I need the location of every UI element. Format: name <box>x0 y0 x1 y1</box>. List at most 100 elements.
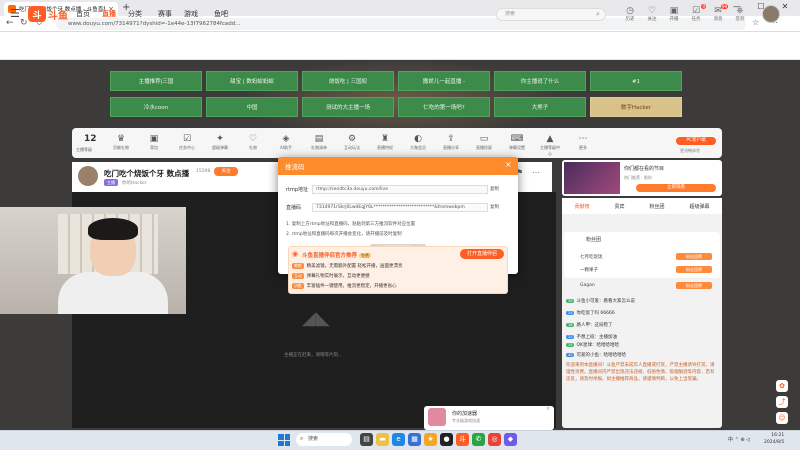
wechat-icon[interactable]: ✆ <box>472 433 485 446</box>
tag-button[interactable]: 大熊子 <box>494 97 586 117</box>
tag-button[interactable]: 你主播说了什么 <box>494 71 586 91</box>
nav-fishbar[interactable]: 鱼吧 <box>214 9 228 19</box>
tag-button[interactable]: 主播推荐|三国 <box>110 71 202 91</box>
toolbar-item[interactable]: ♛ 贡献礼物 <box>110 134 132 151</box>
windows-start-icon[interactable] <box>278 434 290 446</box>
store-icon[interactable]: ▦ <box>408 433 421 446</box>
logo-badge-icon: 斗 <box>28 6 46 22</box>
rtmp-address-field[interactable]: rtmp://sendtc3a.douyu.com/live <box>312 185 488 194</box>
header-messages[interactable]: ✉ 消息 99 <box>708 4 728 22</box>
fan-row[interactable]: Gagan <box>580 283 595 288</box>
search-icon[interactable]: ⌕ <box>596 10 600 19</box>
taskbar-search[interactable]: 搜索 <box>296 433 352 446</box>
copy-code-button[interactable]: 复制 <box>490 204 499 210</box>
tag-button[interactable]: 仁吃的第一场吧? <box>398 97 490 117</box>
side-share-icon[interactable]: ⤴ <box>776 396 788 408</box>
rtmp-address-label: rtmp地址 <box>286 187 309 193</box>
stream-code-field[interactable]: 7314971rSkrj0LwdEqJY6L******************… <box>312 203 488 212</box>
toolbar-item[interactable]: ⌨ 弹幕设置 <box>506 134 528 151</box>
tab-vip[interactable]: 贵宾 <box>614 203 624 210</box>
user-avatar[interactable] <box>762 5 780 23</box>
tag-button[interactable]: 烧饭吃 | 三国权 <box>302 71 394 91</box>
task-view-icon[interactable]: ▤ <box>360 433 373 446</box>
free-tag: 免费 <box>359 253 372 258</box>
edge-icon[interactable]: e <box>392 433 405 446</box>
toolbar-item[interactable]: ⇪ 直播分享 <box>440 134 462 151</box>
toolbar-item[interactable]: ♜ 直播特权 <box>374 134 396 151</box>
streamer-badge: 主播 <box>104 179 118 186</box>
header-follow[interactable]: ♡ 关注 <box>642 6 662 22</box>
favorite-icon[interactable]: ☆ <box>752 18 759 27</box>
tag-button[interactable]: #1 <box>590 71 682 91</box>
promo-watch-button[interactable]: 立即观看 <box>636 184 716 192</box>
close-icon[interactable]: × <box>546 406 550 412</box>
douyu-app-icon[interactable]: 斗 <box>456 433 469 446</box>
toolbar-item-icon: ♡ <box>248 134 258 144</box>
stream-code-label: 直播码 <box>286 205 302 211</box>
toolbar-item[interactable]: ⋯ 更多 <box>572 134 594 151</box>
toolbar-item[interactable]: ♡ 礼物 <box>242 134 264 151</box>
side-gift-icon[interactable]: ✿ <box>776 380 788 392</box>
open-companion-button[interactable]: 打开直播伴侣 <box>460 249 504 259</box>
toolbar-item[interactable]: ▤ 礼物清单 <box>308 134 330 151</box>
toolbar-item-icon: ✦ <box>216 134 224 144</box>
tab-fans[interactable]: 粉丝团 <box>649 203 664 210</box>
fan-badge: 粉丝团牌 <box>676 266 712 273</box>
toolbar-item[interactable]: ▭ 直播投屏 <box>473 134 495 151</box>
nav-category[interactable]: 分类 <box>128 9 142 19</box>
header-broadcast[interactable]: ▣ 开播 <box>664 6 684 22</box>
nav-live[interactable]: 直播 <box>102 9 116 19</box>
refresh-icon[interactable]: ↻ <box>20 18 28 28</box>
site-search-input[interactable]: 搜索 <box>496 8 606 21</box>
dialog-title: 推流码 <box>285 163 305 171</box>
toolbar-item[interactable]: ▲ 主播等级中心 <box>539 134 561 157</box>
anchor-rank-number: 12 <box>84 134 97 144</box>
camera-app-icon[interactable]: ● <box>440 433 453 446</box>
tag-button[interactable]: 撒娇儿一起直播 - <box>398 71 490 91</box>
chat-system-notice: 欢迎来到本直播间！斗鱼严禁未成年人直播或打赏，严禁主播诱导打赏，请理性消费。直播… <box>566 363 715 382</box>
fan-row[interactable]: 一颗果子 <box>580 267 598 273</box>
more-icon[interactable]: ⋯ <box>532 168 540 177</box>
app-icon[interactable]: ★ <box>424 433 437 446</box>
tag-button[interactable]: 冷水coon <box>110 97 202 117</box>
system-tray[interactable]: 中 ⌃ ⊕ ◁ <box>728 436 750 443</box>
copy-address-button[interactable]: 复制 <box>490 186 499 192</box>
toolbar-item[interactable]: ✦ 超级弹幕 <box>209 134 231 151</box>
ad-image <box>428 408 446 426</box>
header-signin[interactable]: ⎈ 签到 <box>730 6 750 22</box>
close-icon[interactable]: × <box>505 160 512 169</box>
side-feedback-icon[interactable]: ☺ <box>776 412 788 424</box>
nav-home[interactable]: 首页 <box>76 9 90 19</box>
follow-button[interactable]: 关注 <box>214 167 238 176</box>
app-icon-2[interactable]: ◆ <box>504 433 517 446</box>
toolbar-item-label: 超级弹幕 <box>212 145 228 150</box>
tag-button[interactable]: 甜宝 | 数蚂蚁蚂蚁 <box>206 71 298 91</box>
nav-games[interactable]: 游戏 <box>184 9 198 19</box>
tab-super-danmu[interactable]: 超级弹幕 <box>689 203 709 210</box>
toolbar-item-label: 直播特权 <box>377 145 393 150</box>
tag-button[interactable]: 测试的大主播一场 <box>302 97 394 117</box>
toolbar-item[interactable]: ▣ 背包 <box>143 134 165 151</box>
site-logo[interactable]: 斗 斗鱼 <box>28 5 68 23</box>
tag-button[interactable]: 中国 <box>206 97 298 117</box>
dialog-tip: 1. 复制上方rtmp地址和直播码，粘贴到第三方推流软件对应位置 <box>286 222 416 227</box>
tag-button-selected[interactable]: 数字Hacker <box>590 97 682 117</box>
streamer-avatar[interactable] <box>78 166 98 186</box>
companion-feature: 美颜 精美滤镜，无需额外配置 轻松开播，画面更漂亮 <box>292 263 403 269</box>
file-explorer-icon[interactable]: ▬ <box>376 433 389 446</box>
hamburger-icon[interactable]: ☰ <box>10 7 20 20</box>
header-history[interactable]: ◷ 历史 <box>620 6 640 22</box>
webcam-person-hair <box>88 218 138 240</box>
toolbar-item[interactable]: ⚙ 互动玩法 <box>341 134 363 151</box>
browser-app-icon[interactable]: ◎ <box>488 433 501 446</box>
fan-row[interactable]: 七月吃饭饭 <box>580 254 603 260</box>
streamer-name[interactable]: 你的Hacker <box>122 180 147 186</box>
taskbar-clock[interactable]: 16:21 2024/8/5 <box>764 432 784 446</box>
header-tasks[interactable]: ☑ 任务 9 <box>686 4 706 22</box>
tab-contribution[interactable]: 贡献榜 <box>574 203 589 210</box>
nav-events[interactable]: 赛事 <box>158 9 172 19</box>
toolbar-item[interactable]: ◈ AI助手 <box>275 134 297 151</box>
toolbar-item[interactable]: ◐ 大咖会员 <box>407 134 429 151</box>
pc-client-button[interactable]: PC客户端 <box>676 137 716 145</box>
toolbar-item[interactable]: ☑ 任务中心 <box>176 134 198 151</box>
